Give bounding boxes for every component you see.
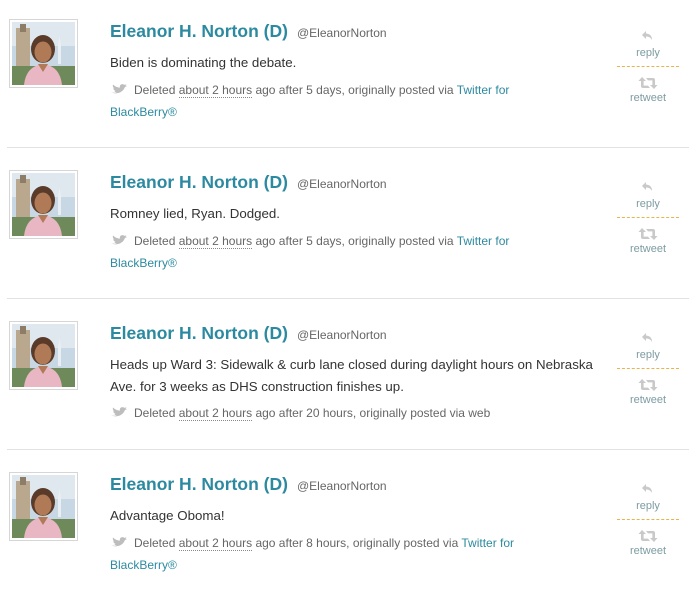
avatar[interactable] [9,472,78,541]
after-text: ago after 20 hours, originally posted vi… [255,406,491,420]
after-text: ago after 5 days, originally posted via [255,234,454,248]
tweet-meta: Deleted about 2 hours ago after 20 hours… [110,402,570,424]
reply-label: reply [636,349,660,361]
tweet-meta: Deleted about 2 hours ago after 8 hours,… [110,532,570,576]
retweet-icon [638,379,658,391]
author-name[interactable]: Eleanor H. Norton (D) [110,21,288,42]
bird-icon [111,235,127,245]
reply-label: reply [636,500,660,512]
tweet-item: Eleanor H. Norton (D) @EleanorNorton Bid… [0,0,700,151]
author-handle[interactable]: @EleanorNorton [297,26,387,40]
profile-photo-icon [12,22,75,85]
avatar[interactable] [9,19,78,88]
reply-label: reply [636,198,660,210]
tweet-text: Romney lied, Ryan. Dodged. [110,206,280,221]
deleted-label: Deleted [134,83,176,97]
profile-photo-icon [12,324,75,387]
retweet-icon [638,530,658,542]
tweet-text: Biden is dominating the debate. [110,55,297,70]
reply-arrow-icon [642,31,652,40]
author-handle[interactable]: @EleanorNorton [297,328,387,342]
profile-photo-icon [12,475,75,538]
author-handle[interactable]: @EleanorNorton [297,479,387,493]
reply-button[interactable]: reply [617,179,679,218]
retweet-button[interactable]: retweet [617,67,679,104]
tweet-item: Eleanor H. Norton (D) @EleanorNorton Adv… [0,453,700,604]
deleted-label: Deleted [134,536,176,550]
row-divider [7,298,689,299]
retweet-label: retweet [629,394,667,406]
tweet-actions: reply retweet [617,479,679,557]
retweet-icon [638,77,658,89]
relative-time[interactable]: about 2 hours [178,406,253,421]
reply-button[interactable]: reply [617,330,679,369]
reply-button[interactable]: reply [617,481,679,520]
deleted-label: Deleted [134,406,176,420]
profile-photo-icon [12,173,75,236]
relative-time[interactable]: about 2 hours [178,234,253,249]
tweet-text: Advantage Oboma! [110,508,225,523]
row-divider [7,449,689,450]
bird-icon [111,407,127,417]
tweet-actions: reply retweet [617,328,679,406]
reply-label: reply [636,47,660,59]
tweet-actions: reply retweet [617,26,679,104]
retweet-button[interactable]: retweet [617,369,679,406]
avatar[interactable] [9,170,78,239]
bird-icon [111,84,127,94]
retweet-button[interactable]: retweet [617,520,679,557]
after-text: ago after 5 days, originally posted via [255,83,454,97]
author-name[interactable]: Eleanor H. Norton (D) [110,172,288,193]
reply-arrow-icon [642,182,652,191]
author-name[interactable]: Eleanor H. Norton (D) [110,323,288,344]
retweet-button[interactable]: retweet [617,218,679,255]
bird-icon [111,537,127,547]
retweet-icon [638,228,658,240]
after-text: ago after 8 hours, originally posted via [255,536,459,550]
reply-arrow-icon [642,484,652,493]
tweet-item: Eleanor H. Norton (D) @EleanorNorton Hea… [0,302,700,453]
tweet-item: Eleanor H. Norton (D) @EleanorNorton Rom… [0,151,700,302]
retweet-label: retweet [629,243,667,255]
retweet-label: retweet [629,92,667,104]
tweet-meta: Deleted about 2 hours ago after 5 days, … [110,230,570,274]
reply-button[interactable]: reply [617,28,679,67]
avatar[interactable] [9,321,78,390]
deleted-label: Deleted [134,234,176,248]
relative-time[interactable]: about 2 hours [178,83,253,98]
relative-time[interactable]: about 2 hours [178,536,253,551]
tweet-actions: reply retweet [617,177,679,255]
reply-arrow-icon [642,333,652,342]
deleted-tweets-feed: Eleanor H. Norton (D) @EleanorNorton Bid… [0,0,700,596]
author-handle[interactable]: @EleanorNorton [297,177,387,191]
retweet-label: retweet [629,545,667,557]
tweet-text: Heads up Ward 3: Sidewalk & curb lane cl… [110,357,593,394]
author-name[interactable]: Eleanor H. Norton (D) [110,474,288,495]
tweet-meta: Deleted about 2 hours ago after 5 days, … [110,79,570,123]
row-divider [7,147,689,148]
